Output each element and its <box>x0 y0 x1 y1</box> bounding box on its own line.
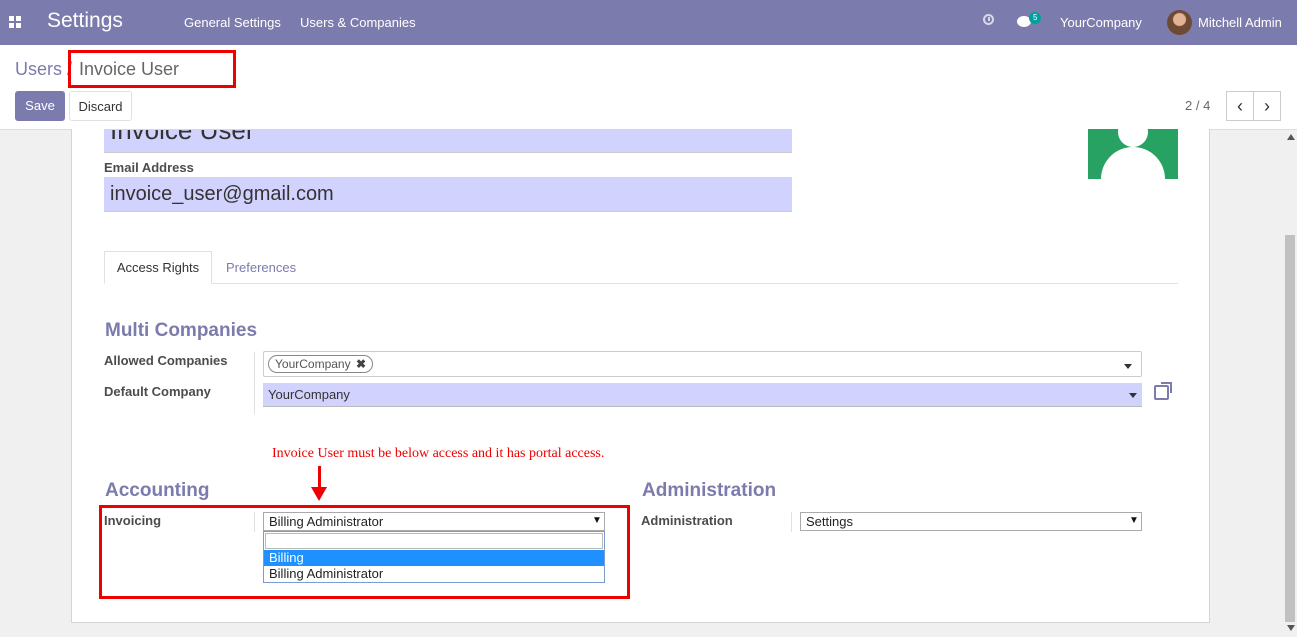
external-link-icon[interactable] <box>1154 382 1172 400</box>
annotation-note: Invoice User must be below access and it… <box>272 446 605 461</box>
company-switcher[interactable]: YourCompany <box>1060 15 1142 30</box>
default-company-dropdown-icon[interactable] <box>1129 393 1137 398</box>
pager-next-button[interactable]: › <box>1253 91 1281 121</box>
administration-label: Administration <box>641 513 733 528</box>
company-tag: YourCompany ✖ <box>268 355 374 373</box>
name-value: Invoice User <box>110 130 255 145</box>
avatar-head-icon <box>1118 129 1148 147</box>
activity-clock-icon[interactable] <box>983 14 994 25</box>
company-tag-label: YourCompany <box>275 357 351 371</box>
default-company-field[interactable]: YourCompany <box>263 383 1142 407</box>
annotation-box-breadcrumb <box>68 50 236 88</box>
chevron-left-icon: ‹ <box>1237 96 1243 116</box>
annotation-arrow-head-icon <box>311 487 327 501</box>
scroll-down-icon[interactable] <box>1287 625 1295 631</box>
administration-dropdown-arrow-icon[interactable]: ▼ <box>1129 515 1139 526</box>
administration-select[interactable]: Settings <box>800 512 1142 531</box>
user-menu[interactable]: Mitchell Admin <box>1198 15 1282 30</box>
app-title: Settings <box>47 9 123 32</box>
allowed-companies-label: Allowed Companies <box>104 353 228 368</box>
allowed-companies-field[interactable] <box>263 351 1142 377</box>
pager-value[interactable]: 2 / 4 <box>1185 98 1210 113</box>
save-button[interactable]: Save <box>15 91 65 121</box>
avatar-body-icon <box>1101 147 1165 179</box>
section-administration: Administration <box>642 480 777 501</box>
email-label: Email Address <box>104 160 194 175</box>
tag-remove-icon[interactable]: ✖ <box>356 357 366 371</box>
label-separator <box>791 512 792 532</box>
section-accounting: Accounting <box>105 480 210 501</box>
user-avatar[interactable] <box>1167 10 1192 35</box>
tab-access-rights[interactable]: Access Rights <box>104 251 212 284</box>
breadcrumb-users[interactable]: Users <box>15 59 62 80</box>
chevron-right-icon: › <box>1264 96 1270 116</box>
annotation-box-accounting <box>99 505 630 599</box>
menu-users-companies[interactable]: Users & Companies <box>300 15 416 30</box>
administration-selected-value: Settings <box>806 514 853 529</box>
allowed-companies-dropdown-icon[interactable] <box>1124 364 1132 369</box>
tabs-divider <box>104 283 1178 284</box>
discard-button[interactable]: Discard <box>69 91 132 121</box>
apps-menu-icon[interactable] <box>9 16 21 28</box>
pager-previous-button[interactable]: ‹ <box>1226 91 1254 121</box>
scrollbar-thumb[interactable] <box>1285 235 1295 622</box>
email-value: invoice_user@gmail.com <box>110 183 334 205</box>
default-company-label: Default Company <box>104 384 211 399</box>
section-multi-companies: Multi Companies <box>105 320 258 341</box>
scroll-up-icon[interactable] <box>1287 134 1295 140</box>
menu-general-settings[interactable]: General Settings <box>184 15 281 30</box>
user-photo-placeholder[interactable] <box>1088 129 1178 179</box>
tab-preferences[interactable]: Preferences <box>226 260 296 275</box>
label-separator <box>254 352 255 414</box>
